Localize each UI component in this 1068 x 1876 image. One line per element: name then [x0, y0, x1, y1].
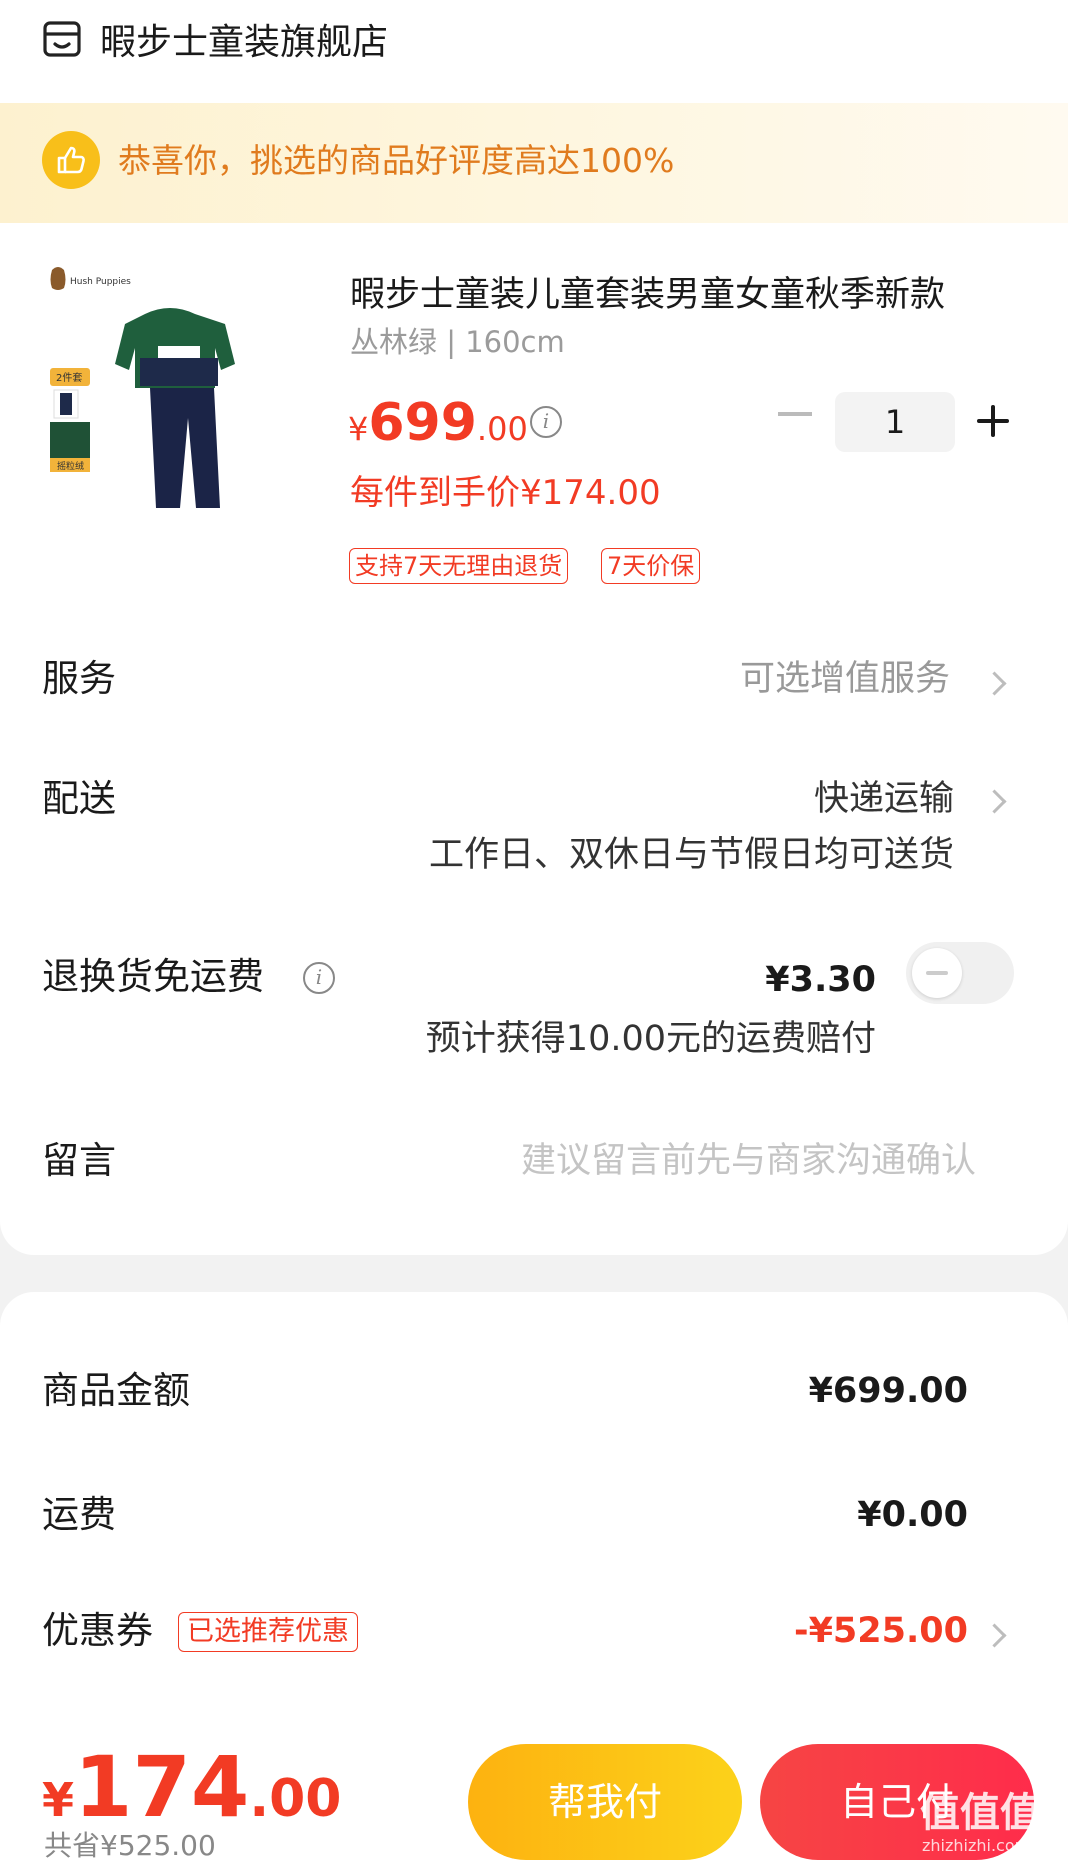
- store-name[interactable]: 暇步士童装旗舰店: [100, 18, 388, 68]
- coupon-value[interactable]: -¥525.00: [794, 1606, 968, 1656]
- coupon-label: 优惠券: [42, 1609, 153, 1652]
- freight-value: ¥0.00: [857, 1495, 968, 1535]
- store-header[interactable]: 暇步士童装旗舰店: [0, 0, 1068, 100]
- help-pay-button[interactable]: 帮我付: [468, 1744, 742, 1860]
- return-shipping-price: ¥3.30: [765, 960, 876, 1000]
- freight-label: 运费: [42, 1493, 116, 1536]
- quantity-increase-button[interactable]: [977, 405, 1009, 437]
- return-shipping-label: 退换货免运费: [42, 955, 264, 998]
- message-input[interactable]: 建议留言前先与商家沟通确认: [521, 1136, 976, 1186]
- service-value[interactable]: 可选增值服务: [740, 654, 950, 704]
- banner-text: 恭喜你，挑选的商品好评度高达100%: [118, 141, 675, 180]
- product-image[interactable]: Hush Puppies 2件套 摇粒绒: [40, 262, 290, 512]
- watermark-url: zhizhizhi.com: [922, 1836, 1031, 1855]
- product-spec[interactable]: 丛林绿 | 160cm: [350, 322, 565, 362]
- return-shipping-note: 预计获得10.00元的运费赔付: [425, 1019, 876, 1059]
- quantity-input[interactable]: 1: [835, 392, 955, 452]
- watermark-logo: 值值值: [920, 1790, 1040, 1836]
- quantity-decrease-button[interactable]: [778, 412, 812, 416]
- delivery-note: 工作日、双休日与节假日均可送货: [428, 835, 954, 875]
- service-label: 服务: [42, 657, 116, 700]
- total-saved: 共省¥525.00: [44, 1829, 216, 1862]
- brand-logo: Hush Puppies: [70, 277, 131, 287]
- price-integer: 699: [368, 393, 477, 453]
- return-shipping-toggle[interactable]: [906, 942, 1014, 1004]
- price-symbol: ¥: [348, 410, 369, 448]
- price-decimal: .00: [476, 410, 528, 448]
- price-protect-tag: 7天价保: [601, 548, 701, 584]
- store-icon: [43, 21, 81, 57]
- praise-banner: 恭喜你，挑选的商品好评度高达100%: [0, 103, 1068, 223]
- goods-amount-value: ¥699.00: [808, 1371, 968, 1411]
- message-label: 留言: [42, 1139, 116, 1182]
- goods-amount-label: 商品金额: [42, 1369, 190, 1412]
- product-title[interactable]: 暇步士童装儿童套装男童女童秋季新款: [350, 270, 1020, 320]
- price-info-icon[interactable]: i: [530, 406, 562, 438]
- delivery-value[interactable]: 快递运输: [814, 774, 954, 824]
- unit-price: 每件到手价¥174.00: [350, 473, 661, 513]
- total-price: ¥174.00: [42, 1738, 341, 1836]
- return-policy-tag: 支持7天无理由退货: [349, 548, 569, 584]
- total-integer: 174: [74, 1738, 250, 1836]
- product-price: ¥699.00: [348, 393, 528, 453]
- total-symbol: ¥: [42, 1773, 75, 1827]
- image-badge-fleece: 摇粒绒: [57, 460, 84, 472]
- thumbs-up-icon: [42, 131, 100, 189]
- coupon-selected-badge: 已选推荐优惠: [178, 1612, 358, 1652]
- delivery-label: 配送: [42, 777, 116, 820]
- image-badge-set: 2件套: [56, 371, 82, 384]
- return-shipping-info-icon[interactable]: i: [303, 962, 335, 994]
- total-decimal: .00: [249, 1769, 342, 1829]
- toggle-knob: [912, 948, 962, 998]
